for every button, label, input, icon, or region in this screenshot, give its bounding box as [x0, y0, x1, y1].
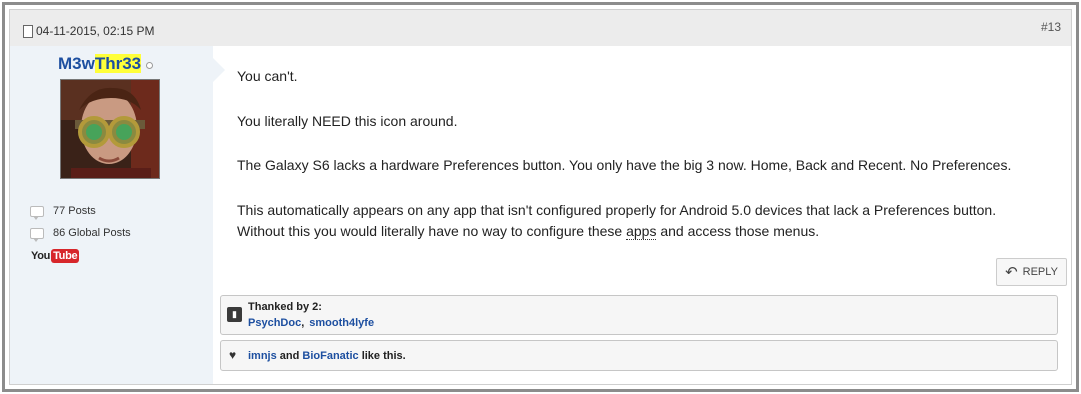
message-line-4a: This automatically appears on any app th… [237, 202, 997, 218]
thanks-box: ▮ Thanked by 2: PsychDoc, smooth4lyfe [220, 295, 1058, 335]
thanks-title: Thanked by 2: [248, 301, 322, 313]
thanks-user-smooth4lyfe[interactable]: smooth4lyfe [309, 317, 374, 329]
post-date: 04-11-2015, 02:15 PM [36, 24, 155, 38]
post-count: 77 Posts [30, 205, 96, 220]
post-frame: 04-11-2015, 02:15 PM #13 M3wThr33 77 Pos… [2, 2, 1079, 392]
global-post-count-label: 86 Global Posts [53, 227, 131, 239]
global-post-count-icon [30, 227, 44, 242]
post-count-icon [30, 205, 44, 220]
user-sidebar: M3wThr33 77 Posts 86 Global Posts You Tu… [10, 46, 213, 384]
document-icon [23, 24, 33, 38]
reply-label: REPLY [1022, 266, 1058, 278]
sidebar-pointer [213, 58, 225, 82]
post-container: 04-11-2015, 02:15 PM #13 M3wThr33 77 Pos… [9, 9, 1072, 385]
online-status-icon [146, 62, 154, 69]
message-line-4b-post: and access those menus. [656, 223, 820, 239]
message-line-2: You literally NEED this icon around. [237, 113, 458, 129]
thanks-separator: , [301, 317, 305, 329]
post-count-label: 77 Posts [53, 205, 96, 217]
likes-text: imnjs and BioFanatic like this. [248, 350, 406, 362]
thanks-user-psychdoc[interactable]: PsychDoc [248, 317, 301, 329]
youtube-tube-text: Tube [51, 249, 80, 263]
reply-icon: ↶ [1005, 263, 1018, 281]
username-link[interactable]: M3wThr33 [58, 54, 142, 74]
youtube-icon[interactable]: You Tube [31, 249, 80, 263]
post-content: You can't. You literally NEED this icon … [213, 46, 1071, 384]
reply-button[interactable]: ↶ REPLY [996, 258, 1067, 286]
message-line-4b-pre: Without this you would literally have no… [237, 223, 627, 239]
likes-and: and [276, 350, 303, 362]
avatar[interactable] [60, 79, 160, 179]
heart-icon: ♥ [229, 348, 237, 362]
username-part1: M3w [58, 54, 95, 73]
username-row: M3wThr33 [58, 54, 154, 74]
message-paragraph-4: This automatically appears on any app th… [237, 200, 1067, 242]
global-post-count: 86 Global Posts [30, 227, 131, 242]
message-line-3: The Galaxy S6 lacks a hardware Preferenc… [237, 157, 1012, 173]
message-line-1: You can't. [237, 68, 298, 84]
post-number-link[interactable]: #13 [1041, 20, 1061, 34]
apps-link[interactable]: apps [626, 223, 657, 240]
post-date-wrap: 04-11-2015, 02:15 PM [23, 24, 155, 38]
like-user-biofanatic[interactable]: BioFanatic [302, 350, 358, 362]
username-part2: Thr33 [94, 54, 142, 73]
avatar-image [61, 80, 159, 178]
post-header: 04-11-2015, 02:15 PM #13 [10, 10, 1071, 46]
thumbs-up-icon: ▮ [227, 307, 242, 322]
youtube-you-text: You [31, 250, 51, 262]
thanks-user-list: PsychDoc, smooth4lyfe [248, 317, 374, 329]
likes-box: ♥ imnjs and BioFanatic like this. [220, 340, 1058, 371]
likes-suffix: like this. [358, 350, 406, 362]
like-user-imnjs[interactable]: imnjs [248, 350, 277, 362]
